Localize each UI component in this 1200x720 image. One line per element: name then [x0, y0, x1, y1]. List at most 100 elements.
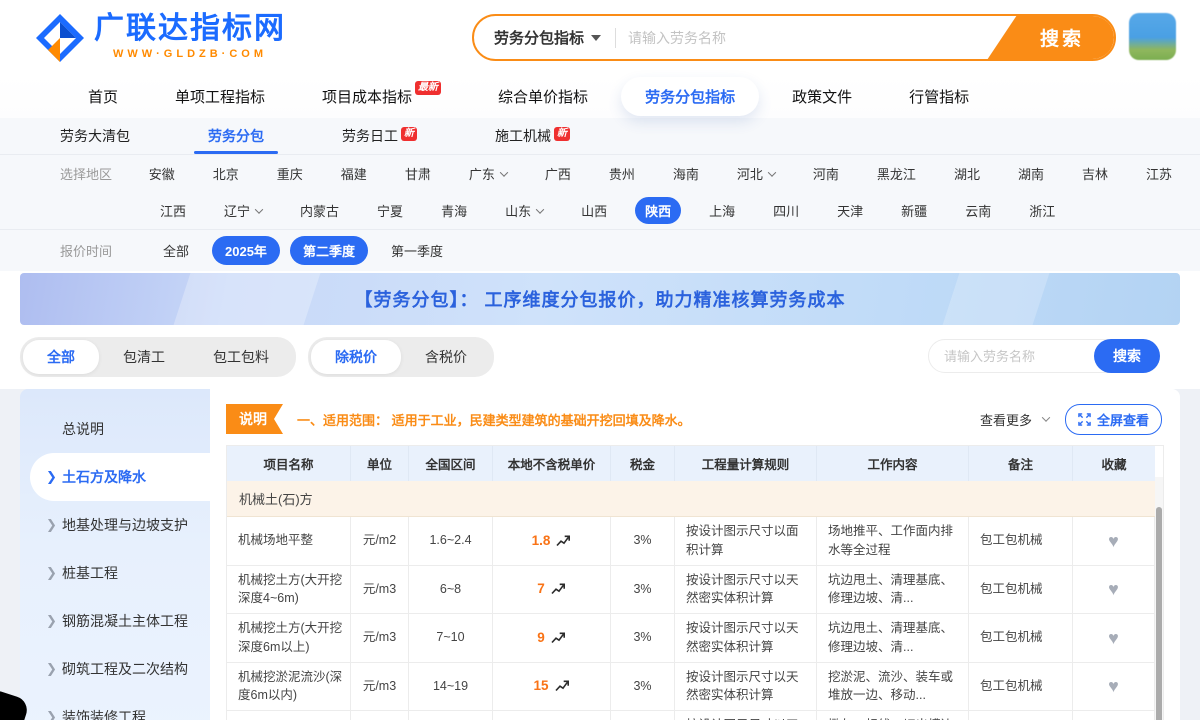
- sidebar-category-item[interactable]: ❯ 砌筑工程及二次结构: [20, 645, 210, 693]
- province-option[interactable]: 上海: [699, 197, 745, 224]
- tax-filter-option[interactable]: 含税价: [401, 340, 491, 374]
- cell-work-content: 撒灰、标线、切出槽边缘轮廓、挖桩间土: [817, 711, 969, 720]
- cell-calc-rule: 按设计图示尺寸以天然密实体积计算: [675, 711, 817, 720]
- table-header: 项目名称单位全国区间本地不含税单价税金工程量计算规则工作内容备注收藏: [227, 446, 1163, 481]
- subnav-tab[interactable]: 劳务日工 新: [342, 118, 417, 154]
- search-category-dropdown[interactable]: 劳务分包指标: [474, 27, 615, 48]
- province-option[interactable]: 江苏: [1136, 160, 1182, 187]
- province-option[interactable]: 湖南: [1008, 160, 1054, 187]
- province-option[interactable]: 湖北: [944, 160, 990, 187]
- quote-time-option[interactable]: 第一季度: [378, 236, 456, 265]
- expand-icon: [1078, 413, 1091, 426]
- view-more-button[interactable]: 查看更多: [980, 410, 1049, 429]
- main-nav: 首页 单项工程指标 项目成本指标 最新 综合单价指标 劳务分包指标 政策文件 行…: [0, 75, 1200, 118]
- province-option[interactable]: 重庆: [267, 160, 313, 187]
- province-option[interactable]: 山东: [495, 197, 553, 224]
- trend-up-icon[interactable]: [551, 583, 566, 595]
- table-scrollbar-thumb[interactable]: [1156, 507, 1162, 720]
- cell-local-price: 15: [493, 663, 611, 712]
- cell-work-content: 挖淤泥、流沙、装车或堆放一边、移动...: [817, 663, 969, 712]
- quote-time-option[interactable]: 第二季度: [290, 236, 368, 265]
- province-option[interactable]: 辽宁: [214, 197, 272, 224]
- province-option[interactable]: 内蒙古: [290, 197, 349, 224]
- sidebar-category-item[interactable]: ❯ 钢筋混凝土主体工程: [20, 597, 210, 645]
- favorite-heart-icon[interactable]: ♥: [1108, 677, 1119, 695]
- cell-unit: 元/m3: [351, 566, 409, 615]
- province-option[interactable]: 四川: [763, 197, 809, 224]
- province-option[interactable]: 青海: [431, 197, 477, 224]
- province-option[interactable]: 广东: [459, 160, 517, 187]
- sidebar-category-item[interactable]: ❯ 地基处理与边坡支护: [20, 501, 210, 549]
- province-option[interactable]: 安徽: [139, 160, 185, 187]
- favorite-heart-icon[interactable]: ♥: [1108, 532, 1119, 550]
- price-value: 1.8: [532, 531, 551, 551]
- fullscreen-button[interactable]: 全屏查看: [1065, 404, 1162, 435]
- favorite-heart-icon[interactable]: ♥: [1108, 629, 1119, 647]
- cell-national-range: 1.6~2.4: [409, 517, 493, 566]
- province-option[interactable]: 黑龙江: [867, 160, 926, 187]
- cell-calc-rule: 按设计图示尺寸以面积计算: [675, 517, 817, 566]
- scope-filter-option[interactable]: 全部: [23, 340, 99, 374]
- cell-favorite: ♥: [1073, 711, 1155, 720]
- table-row: 机械挖土方(大开挖深度4~6m) 元/m3 6~8 7 3% 按设计图示尺寸以天…: [227, 566, 1163, 615]
- trend-up-icon[interactable]: [551, 632, 566, 644]
- table-scrollbar-track[interactable]: [1155, 477, 1163, 720]
- cell-tax: 3%: [611, 663, 675, 712]
- province-option[interactable]: 吉林: [1072, 160, 1118, 187]
- quote-time-label: 报价时间: [60, 241, 150, 260]
- price-value: 9: [537, 628, 545, 648]
- table-search-button[interactable]: 搜索: [1094, 339, 1160, 373]
- scope-filter-option[interactable]: 包工包料: [189, 340, 293, 374]
- province-option[interactable]: 福建: [331, 160, 377, 187]
- search-category-label: 劳务分包指标: [494, 27, 584, 48]
- province-option[interactable]: 甘肃: [395, 160, 441, 187]
- quote-time-option[interactable]: 2025年: [212, 236, 280, 265]
- trend-up-icon[interactable]: [556, 535, 571, 547]
- province-option[interactable]: 云南: [955, 197, 1001, 224]
- header-search-button[interactable]: 搜索: [987, 15, 1115, 60]
- nav-item[interactable]: 项目成本指标 最新: [322, 86, 441, 107]
- nav-item[interactable]: 综合单价指标: [498, 86, 588, 107]
- subnav-tab[interactable]: 施工机械 新: [495, 118, 570, 154]
- province-option[interactable]: 海南: [663, 160, 709, 187]
- province-option[interactable]: 陕西: [635, 197, 681, 224]
- cell-project-name: 机械挖土方(大开挖深度6m以上): [227, 614, 351, 663]
- sidebar-category-item[interactable]: ❯ 总说明: [20, 405, 210, 453]
- province-option[interactable]: 宁夏: [367, 197, 413, 224]
- cell-note: 包工包机械: [969, 711, 1073, 720]
- province-option[interactable]: 河北: [727, 160, 785, 187]
- cell-tax: 3%: [611, 614, 675, 663]
- region-label: 选择地区: [60, 164, 139, 183]
- price-table: 项目名称单位全国区间本地不含税单价税金工程量计算规则工作内容备注收藏 机械土(石…: [226, 445, 1164, 720]
- cell-unit: 元/m3: [351, 711, 409, 720]
- province-option[interactable]: 山西: [571, 197, 617, 224]
- province-option[interactable]: 新疆: [891, 197, 937, 224]
- province-option[interactable]: 天津: [827, 197, 873, 224]
- nav-item[interactable]: 劳务分包指标: [621, 77, 759, 116]
- province-option[interactable]: 河南: [803, 160, 849, 187]
- nav-item[interactable]: 行管指标: [909, 86, 969, 107]
- nav-item[interactable]: 单项工程指标: [175, 86, 265, 107]
- province-option[interactable]: 浙江: [1019, 197, 1065, 224]
- table-search-input[interactable]: [929, 349, 1095, 364]
- cell-work-content: 坑边甩土、清理基底、修理边坡、清...: [817, 566, 969, 615]
- province-option[interactable]: 江西: [150, 197, 196, 224]
- subnav-tab[interactable]: 劳务大清包: [60, 118, 130, 154]
- province-option[interactable]: 广西: [535, 160, 581, 187]
- trend-up-icon[interactable]: [555, 680, 570, 692]
- sidebar-category-item[interactable]: ❯ 装饰装修工程: [20, 693, 210, 720]
- brand-logo[interactable]: 广联达指标网 WWW·GLDZB·COM: [34, 12, 286, 64]
- province-option[interactable]: 贵州: [599, 160, 645, 187]
- tax-filter-option[interactable]: 除税价: [311, 340, 401, 374]
- quote-time-option[interactable]: 全部: [150, 236, 202, 265]
- promo-banner: 【劳务分包】： 工序维度分包报价，助力精准核算劳务成本: [20, 273, 1180, 325]
- scope-filter-option[interactable]: 包清工: [99, 340, 189, 374]
- province-option[interactable]: 北京: [203, 160, 249, 187]
- favorite-heart-icon[interactable]: ♥: [1108, 580, 1119, 598]
- nav-item[interactable]: 首页: [88, 86, 118, 107]
- sidebar-category-item[interactable]: ❯ 土石方及降水: [30, 453, 210, 501]
- sidebar-category-item[interactable]: ❯ 桩基工程: [20, 549, 210, 597]
- subnav-tab[interactable]: 劳务分包: [208, 118, 264, 154]
- nav-item[interactable]: 政策文件: [792, 86, 852, 107]
- user-avatar[interactable]: [1129, 13, 1176, 60]
